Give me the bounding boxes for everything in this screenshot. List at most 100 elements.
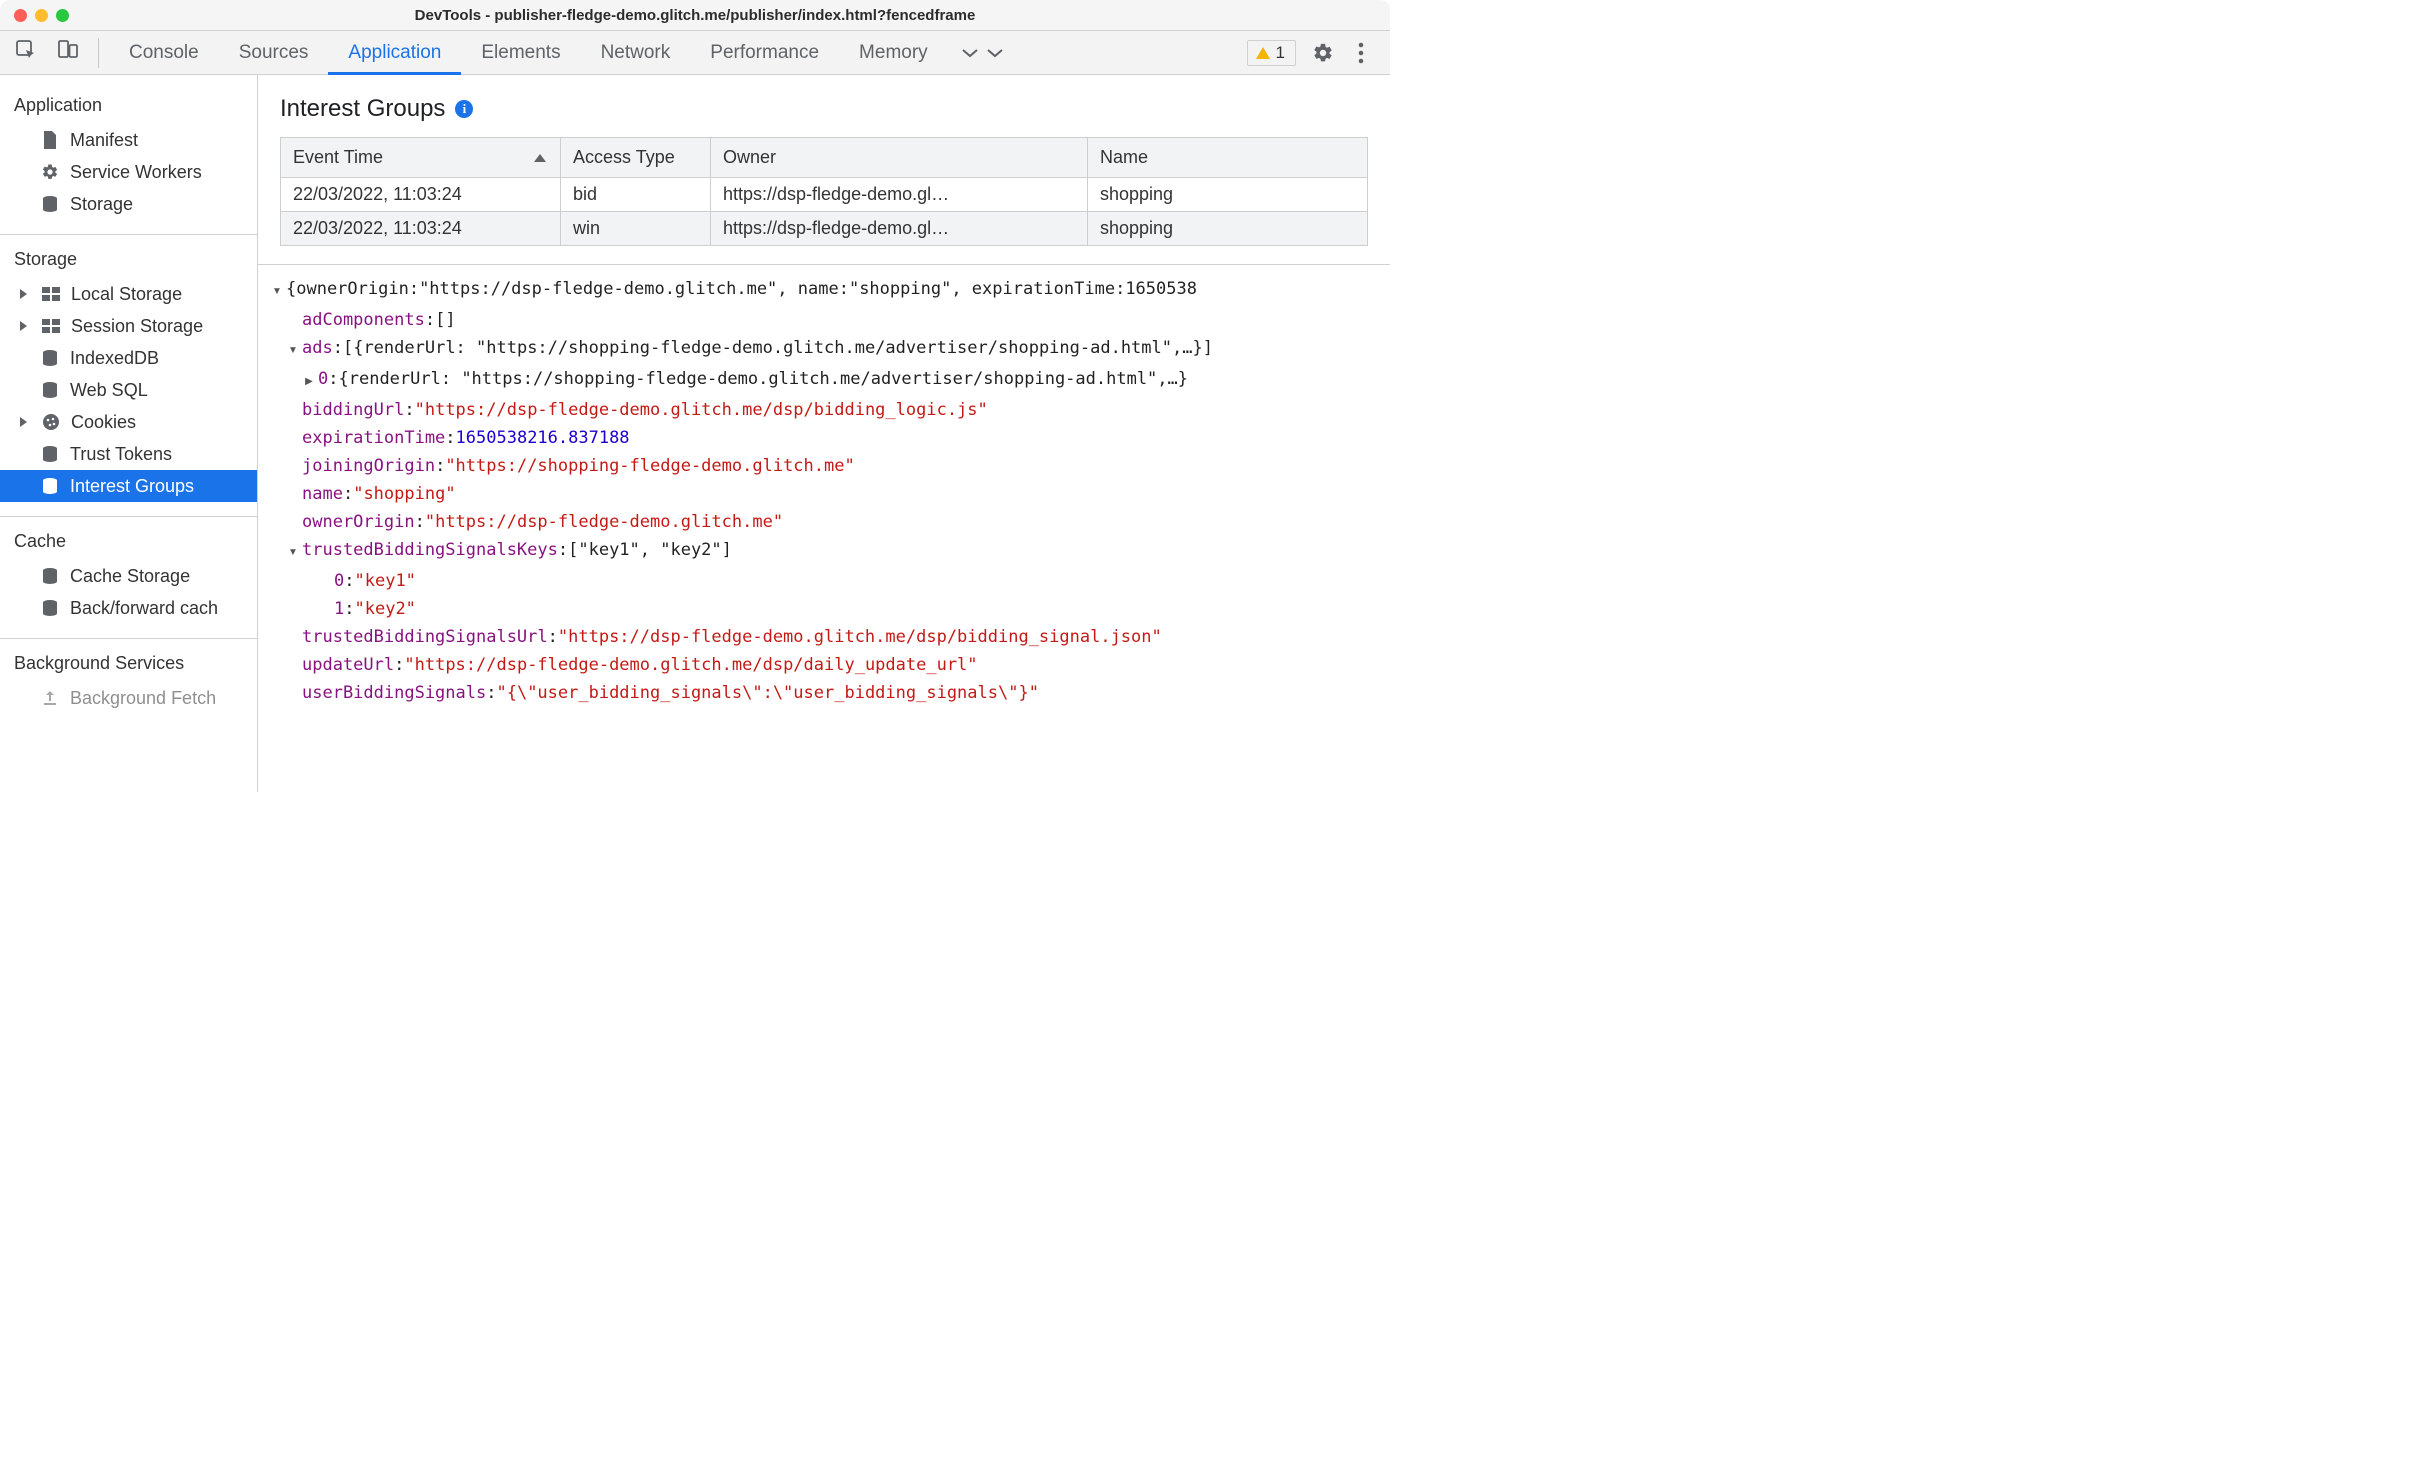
sidebar-item-interest-groups[interactable]: Interest Groups bbox=[0, 470, 257, 502]
prop-val: ["key1", "key2"] bbox=[568, 536, 732, 567]
prop-key: joiningOrigin bbox=[302, 452, 435, 480]
detail-text: "shopping" bbox=[849, 275, 951, 306]
detail-text: "https://dsp-fledge-demo.glitch.me" bbox=[419, 275, 777, 306]
prop-key: name bbox=[302, 480, 343, 508]
page-title: Interest Groups bbox=[280, 95, 445, 123]
grid-icon bbox=[41, 284, 61, 304]
sidebar: Application Manifest Service Workers Sto… bbox=[0, 75, 258, 792]
detail-text: {ownerOrigin: bbox=[286, 275, 419, 306]
upload-icon bbox=[40, 688, 60, 708]
sidebar-item-trust-tokens[interactable]: Trust Tokens bbox=[0, 438, 257, 470]
caret-right-icon bbox=[20, 289, 27, 299]
info-icon[interactable]: i bbox=[455, 100, 473, 118]
col-owner[interactable]: Owner bbox=[711, 138, 1088, 178]
database-icon bbox=[40, 348, 60, 368]
prop-val: "https://shopping-fledge-demo.glitch.me" bbox=[445, 452, 854, 480]
sidebar-item-manifest[interactable]: Manifest bbox=[0, 124, 257, 156]
tab-performance[interactable]: Performance bbox=[690, 30, 839, 75]
col-access-type[interactable]: Access Type bbox=[561, 138, 711, 178]
detail-text: , expirationTime: bbox=[951, 275, 1125, 306]
sidebar-item-session-storage[interactable]: Session Storage bbox=[0, 310, 257, 342]
fullscreen-window-button[interactable] bbox=[56, 9, 69, 22]
prop-key: trustedBiddingSignalsUrl bbox=[302, 623, 548, 651]
col-label: Event Time bbox=[293, 147, 383, 167]
issues-badge[interactable]: 1 bbox=[1247, 40, 1296, 66]
tab-console[interactable]: Console bbox=[109, 30, 219, 75]
sidebar-item-label: Back/forward cach bbox=[70, 598, 218, 619]
table-row[interactable]: 22/03/2022, 11:03:24 win https://dsp-fle… bbox=[281, 212, 1368, 246]
device-toolbar-icon[interactable] bbox=[56, 38, 80, 68]
prop-key: adComponents bbox=[302, 306, 425, 334]
tab-application[interactable]: Application bbox=[328, 30, 461, 75]
sidebar-item-web-sql[interactable]: Web SQL bbox=[0, 374, 257, 406]
prop-key: 0 bbox=[334, 567, 344, 595]
table-header-row: Event Time Access Type Owner Name bbox=[281, 138, 1368, 178]
caret-right-icon[interactable] bbox=[302, 365, 316, 396]
events-table: Event Time Access Type Owner Name 22/03/… bbox=[280, 137, 1368, 246]
cell-owner: https://dsp-fledge-demo.gl… bbox=[711, 212, 1088, 246]
tab-memory[interactable]: Memory bbox=[839, 30, 948, 75]
traffic-lights bbox=[0, 9, 69, 22]
tab-network[interactable]: Network bbox=[581, 30, 691, 75]
sidebar-heading-background-services: Background Services bbox=[0, 647, 257, 682]
title-bar: DevTools - publisher-fledge-demo.glitch.… bbox=[0, 0, 1390, 30]
issues-count: 1 bbox=[1276, 43, 1285, 63]
prop-key: 0 bbox=[318, 365, 328, 396]
database-icon bbox=[40, 194, 60, 214]
caret-down-icon[interactable] bbox=[286, 334, 300, 365]
database-icon bbox=[40, 598, 60, 618]
tab-strip: Console Sources Application Elements Net… bbox=[0, 30, 1390, 75]
sidebar-item-label: Session Storage bbox=[71, 316, 203, 337]
database-icon bbox=[40, 566, 60, 586]
sidebar-item-label: Storage bbox=[70, 194, 133, 215]
tab-sources[interactable]: Sources bbox=[219, 30, 329, 75]
prop-val: "{\"user_bidding_signals\":\"user_biddin… bbox=[496, 679, 1038, 707]
database-icon bbox=[40, 380, 60, 400]
col-event-time[interactable]: Event Time bbox=[281, 138, 561, 178]
window-title: DevTools - publisher-fledge-demo.glitch.… bbox=[0, 7, 1390, 24]
cell-name: shopping bbox=[1088, 178, 1368, 212]
sidebar-item-cache-storage[interactable]: Cache Storage bbox=[0, 560, 257, 592]
minimize-window-button[interactable] bbox=[35, 9, 48, 22]
cell-type: bid bbox=[561, 178, 711, 212]
gear-icon bbox=[40, 162, 60, 182]
sidebar-item-storage-overview[interactable]: Storage bbox=[0, 188, 257, 220]
sidebar-item-background-fetch[interactable]: Background Fetch bbox=[0, 682, 257, 714]
tab-elements[interactable]: Elements bbox=[461, 30, 580, 75]
cell-name: shopping bbox=[1088, 212, 1368, 246]
prop-val: 1650538216.837188 bbox=[456, 424, 630, 452]
col-name[interactable]: Name bbox=[1088, 138, 1368, 178]
prop-val: [{renderUrl: "https://shopping-fledge-de… bbox=[343, 334, 1213, 365]
more-tabs-button[interactable] bbox=[948, 42, 1017, 64]
sidebar-item-indexeddb[interactable]: IndexedDB bbox=[0, 342, 257, 374]
caret-down-icon[interactable] bbox=[270, 275, 284, 306]
database-icon bbox=[40, 444, 60, 464]
close-window-button[interactable] bbox=[14, 9, 27, 22]
prop-val: [] bbox=[435, 306, 455, 334]
tabs: Console Sources Application Elements Net… bbox=[109, 30, 1241, 75]
sidebar-item-cookies[interactable]: Cookies bbox=[0, 406, 257, 438]
sidebar-item-service-workers[interactable]: Service Workers bbox=[0, 156, 257, 188]
grid-icon bbox=[41, 316, 61, 336]
sidebar-item-bf-cache[interactable]: Back/forward cach bbox=[0, 592, 257, 624]
warning-icon bbox=[1256, 47, 1270, 59]
sidebar-heading-application: Application bbox=[0, 89, 257, 124]
col-label: Owner bbox=[723, 147, 776, 167]
object-detail-view[interactable]: {ownerOrigin: "https://dsp-fledge-demo.g… bbox=[258, 264, 1390, 792]
table-row[interactable]: 22/03/2022, 11:03:24 bid https://dsp-fle… bbox=[281, 178, 1368, 212]
prop-val: "key1" bbox=[355, 567, 416, 595]
cell-time: 22/03/2022, 11:03:24 bbox=[281, 212, 561, 246]
cell-type: win bbox=[561, 212, 711, 246]
sidebar-item-label: Service Workers bbox=[70, 162, 202, 183]
inspect-element-icon[interactable] bbox=[14, 38, 38, 68]
prop-key: 1 bbox=[334, 595, 344, 623]
manifest-icon bbox=[40, 130, 60, 150]
more-options-icon[interactable] bbox=[1350, 42, 1372, 64]
caret-right-icon bbox=[20, 417, 27, 427]
sidebar-heading-cache: Cache bbox=[0, 525, 257, 560]
settings-icon[interactable] bbox=[1312, 42, 1334, 64]
col-label: Name bbox=[1100, 147, 1148, 167]
caret-down-icon[interactable] bbox=[286, 536, 300, 567]
sidebar-item-local-storage[interactable]: Local Storage bbox=[0, 278, 257, 310]
sidebar-item-label: Manifest bbox=[70, 130, 138, 151]
